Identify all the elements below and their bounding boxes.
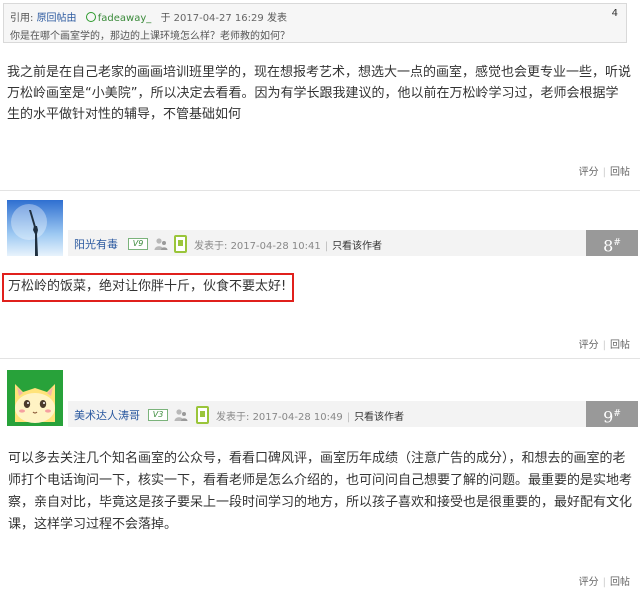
quote-header: 引用: 原回帖由 fadeaway_ 于 2017-04-27 16:29 发表 bbox=[10, 9, 287, 24]
username[interactable]: 美术达人涛哥 bbox=[74, 407, 140, 423]
only-author-link[interactable]: 只看该作者 bbox=[332, 241, 382, 252]
quote-box: 引用: 原回帖由 fadeaway_ 于 2017-04-27 16:29 发表… bbox=[3, 3, 627, 43]
level-badge: V3 bbox=[148, 409, 168, 421]
reply-link[interactable]: 回帖 bbox=[610, 577, 630, 588]
posted-label: 发表于: bbox=[216, 412, 250, 423]
posted-label: 发表于: bbox=[194, 241, 228, 252]
quote-floor-number: 4 bbox=[611, 8, 618, 19]
post-header-9: 美术达人涛哥 V3 发表于: 2017-04-28 10:49 | 只看该作者 bbox=[68, 401, 590, 427]
post-meta: 发表于: 2017-04-28 10:49 | 只看该作者 bbox=[216, 412, 405, 423]
floor-number: 8# bbox=[586, 230, 638, 256]
post-header-8: 阳光有毒 V9 发表于: 2017-04-28 10:41 | 只看该作者 bbox=[68, 230, 590, 256]
posted-time: 2017-04-28 10:49 bbox=[252, 412, 343, 423]
post-body-line: 生的水平做针对性的辅导，不管基础如何 bbox=[7, 107, 242, 122]
post-body-line: 可以多去关注几个知名画室的公众号，看看口碑风评，画室历年成绩（注意广告的成分），… bbox=[8, 451, 626, 466]
reply-link[interactable]: 回帖 bbox=[610, 167, 630, 178]
post-body-line: 万松岭画室是“小美院”，所以决定去看看。因为有学长跟我建议的，他以前在万松岭学习… bbox=[7, 86, 619, 101]
post-actions-9: 评分 | 回帖 bbox=[578, 577, 630, 588]
quote-at: 于 bbox=[160, 13, 171, 24]
quote-text: 你是在哪个画室学的，那边的上课环境怎么样？老师教的如何？ bbox=[10, 31, 290, 42]
only-author-link[interactable]: 只看该作者 bbox=[354, 412, 404, 423]
avatar[interactable] bbox=[7, 200, 63, 256]
post-actions-8: 评分 | 回帖 bbox=[578, 340, 630, 351]
reply-link[interactable]: 回帖 bbox=[610, 340, 630, 351]
mobile-icon bbox=[174, 235, 187, 253]
users-icon bbox=[154, 236, 168, 250]
post-body-9: 可以多去关注几个知名画室的公众号，看看口碑风评，画室历年成绩（注意广告的成分），… bbox=[8, 448, 636, 536]
users-icon bbox=[174, 407, 188, 421]
quote-prefix: 引用: bbox=[10, 13, 34, 24]
quote-user-link[interactable]: fadeaway_ bbox=[98, 13, 152, 24]
post-meta: 发表于: 2017-04-28 10:41 | 只看该作者 bbox=[194, 241, 383, 252]
original-post-link[interactable]: 原回帖由 bbox=[37, 13, 77, 24]
post-actions-7: 评分 | 回帖 bbox=[578, 167, 630, 178]
rate-link[interactable]: 评分 bbox=[579, 577, 599, 588]
post-body-line: 我之前是在自己老家的画画培训班里学的，现在想报考艺术，想选大一点的画室，感觉也会… bbox=[7, 65, 632, 80]
quote-action: 发表 bbox=[266, 13, 287, 24]
post-body-line: 课，这样学习过程不会落掉。 bbox=[8, 517, 178, 532]
rate-link[interactable]: 评分 bbox=[579, 167, 599, 178]
post-divider bbox=[0, 190, 640, 191]
post-body-line: 察，亲自对比，毕竟这是孩子要呆上一段时间学习的地方，所以孩子喜欢和接受也是很重要… bbox=[8, 495, 633, 510]
post-body-7: 我之前是在自己老家的画画培训班里学的，现在想报考艺术，想选大一点的画室，感觉也会… bbox=[7, 62, 632, 125]
mobile-icon bbox=[196, 406, 209, 424]
post-body-8: 万松岭的饭菜，绝对让你胖十斤，伙食不要太好! bbox=[8, 279, 287, 294]
rate-link[interactable]: 评分 bbox=[579, 340, 599, 351]
floor-number: 9# bbox=[586, 401, 638, 427]
user-status-icon bbox=[85, 12, 96, 22]
post-body-line: 师打个电话询问一下，核实一下，看看老师是怎么介绍的，也可问问自己想要了解的问题。… bbox=[8, 473, 633, 488]
quote-time: 2017-04-27 16:29 bbox=[173, 13, 264, 24]
post-divider bbox=[0, 358, 640, 359]
posted-time: 2017-04-28 10:41 bbox=[230, 241, 321, 252]
level-badge: V9 bbox=[128, 238, 148, 250]
avatar[interactable] bbox=[7, 370, 63, 426]
username[interactable]: 阳光有毒 bbox=[74, 236, 118, 252]
